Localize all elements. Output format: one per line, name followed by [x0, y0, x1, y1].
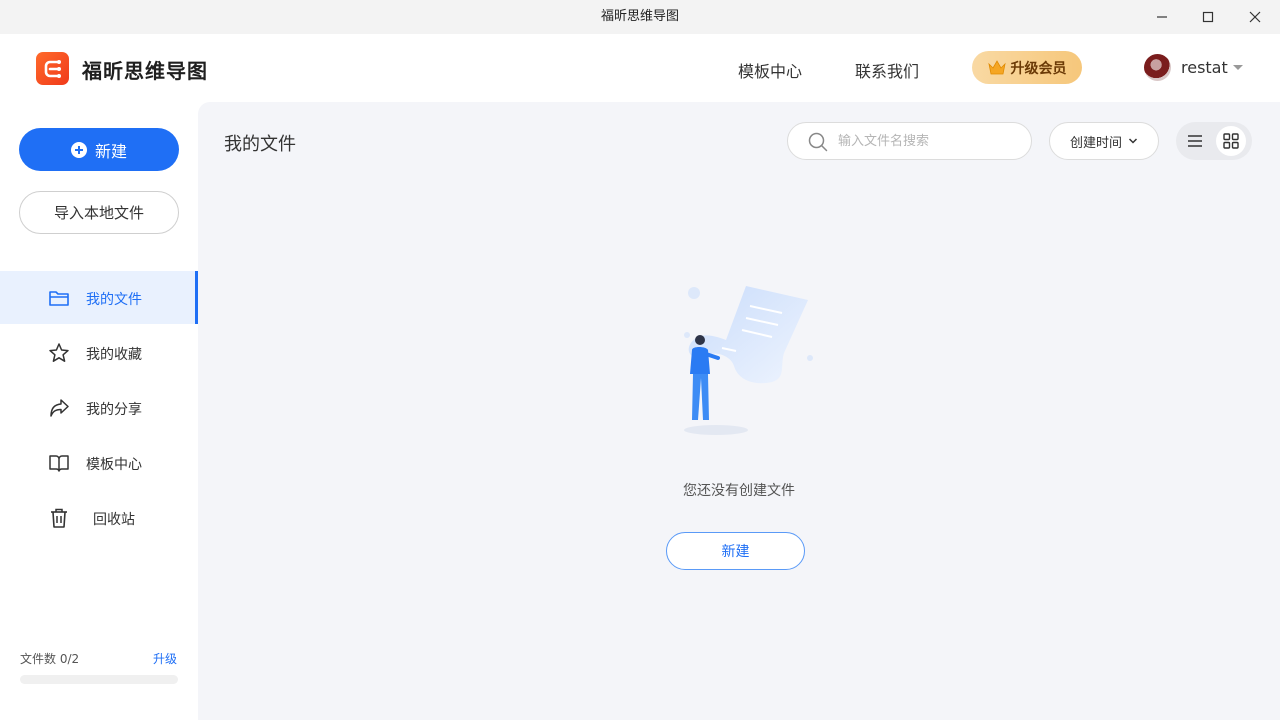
- trash-icon: [48, 507, 70, 529]
- crown-icon: [988, 60, 1006, 76]
- search-input[interactable]: [838, 131, 1018, 151]
- avatar[interactable]: [1144, 54, 1171, 81]
- book-icon: [48, 452, 70, 474]
- grid-view-button[interactable]: [1216, 126, 1246, 156]
- sidebar-item-label: 我的收藏: [86, 344, 142, 364]
- empty-state-text: 您还没有创建文件: [198, 480, 1280, 500]
- nav-contact-us[interactable]: 联系我们: [855, 58, 919, 82]
- sort-dropdown[interactable]: 创建时间: [1049, 122, 1159, 160]
- title-bar: 福昕思维导图: [0, 0, 1280, 34]
- sidebar-item-label: 回收站: [93, 509, 135, 529]
- file-usage-bar: [20, 675, 178, 684]
- sidebar-item-label: 模板中心: [86, 454, 142, 474]
- search-icon: [808, 132, 828, 152]
- window-title: 福昕思维导图: [0, 0, 1280, 34]
- new-button[interactable]: 新建: [19, 128, 179, 171]
- empty-state-illustration: [676, 278, 821, 443]
- star-icon: [48, 342, 70, 364]
- username[interactable]: restat: [1181, 58, 1228, 77]
- page-title: 我的文件: [224, 130, 296, 156]
- app-header: 福昕思维导图 模板中心 联系我们 升级会员 restat: [0, 34, 1280, 102]
- sidebar: 新建 导入本地文件 我的文件 我的收藏 我的分享 模板中心: [0, 102, 198, 720]
- empty-new-label: 新建: [722, 541, 750, 561]
- sidebar-item-template-center[interactable]: 模板中心: [0, 436, 198, 489]
- import-button-label: 导入本地文件: [54, 202, 144, 223]
- chevron-down-icon: [1128, 137, 1138, 145]
- app-logo[interactable]: [36, 52, 69, 85]
- user-menu-caret-icon[interactable]: [1233, 65, 1243, 70]
- vip-label: 升级会员: [1011, 58, 1067, 78]
- minimize-button[interactable]: [1139, 0, 1185, 34]
- grid-view-icon: [1223, 133, 1239, 149]
- file-count: 文件数 0/2: [20, 650, 79, 667]
- empty-state-new-button[interactable]: 新建: [666, 532, 805, 570]
- sidebar-item-my-files[interactable]: 我的文件: [0, 271, 198, 324]
- upgrade-vip-button[interactable]: 升级会员: [972, 51, 1082, 84]
- close-button[interactable]: [1232, 0, 1278, 34]
- maximize-button[interactable]: [1185, 0, 1231, 34]
- import-local-file-button[interactable]: 导入本地文件: [19, 191, 179, 234]
- sidebar-item-label: 我的文件: [86, 289, 142, 309]
- sort-label: 创建时间: [1070, 132, 1122, 151]
- view-toggle: [1176, 122, 1252, 160]
- sidebar-item-recycle-bin[interactable]: 回收站: [0, 491, 198, 544]
- plus-circle-icon: [71, 142, 87, 158]
- sidebar-item-favorites[interactable]: 我的收藏: [0, 326, 198, 379]
- close-icon: [1249, 11, 1261, 23]
- upgrade-link[interactable]: 升级: [153, 650, 177, 667]
- logo-icon: [42, 58, 64, 80]
- folder-icon: [48, 287, 70, 309]
- maximize-icon: [1202, 11, 1214, 23]
- list-view-button[interactable]: [1180, 126, 1210, 156]
- search-box[interactable]: [787, 122, 1032, 160]
- share-icon: [48, 397, 70, 419]
- minimize-icon: [1156, 11, 1168, 23]
- list-view-icon: [1187, 134, 1203, 148]
- main-content: 我的文件 创建时间: [198, 102, 1280, 720]
- sidebar-item-shared[interactable]: 我的分享: [0, 381, 198, 434]
- sidebar-item-label: 我的分享: [86, 399, 142, 419]
- nav-template-center[interactable]: 模板中心: [738, 58, 802, 82]
- new-button-label: 新建: [95, 138, 127, 162]
- app-name: 福昕思维导图: [82, 55, 208, 84]
